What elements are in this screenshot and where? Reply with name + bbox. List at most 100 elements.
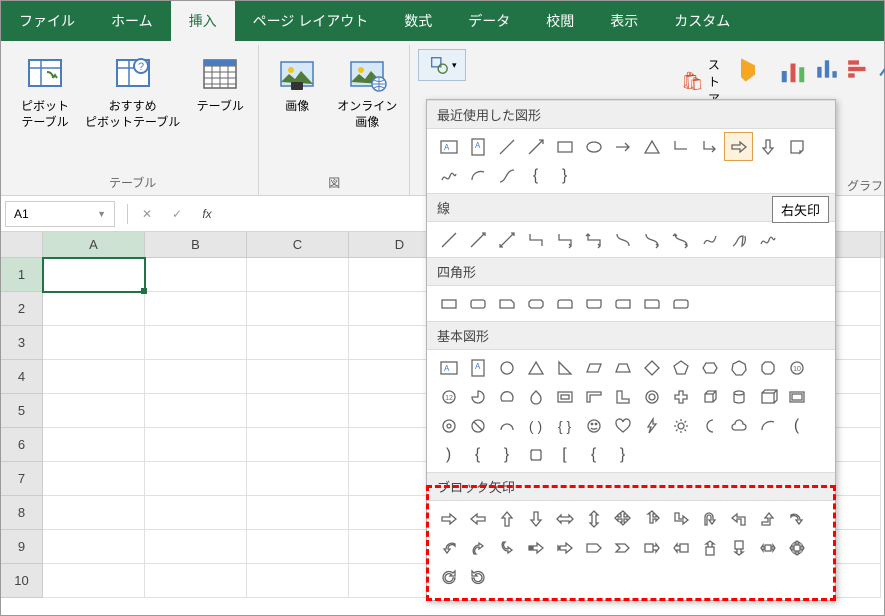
hex1-icon[interactable] <box>696 354 723 381</box>
chord1-icon[interactable] <box>493 383 520 410</box>
rectangle-icon[interactable] <box>551 133 578 160</box>
cell-C9[interactable] <box>247 530 349 564</box>
rect9-icon[interactable] <box>667 290 694 317</box>
table-button[interactable]: テーブル <box>190 49 250 172</box>
rect7-icon[interactable] <box>609 290 636 317</box>
line4-icon[interactable] <box>522 226 549 253</box>
rect4-icon[interactable] <box>522 290 549 317</box>
row-header-4[interactable]: 4 <box>1 360 43 394</box>
bracket-l-icon[interactable]: ( <box>783 412 810 439</box>
row-header-10[interactable]: 10 <box>1 564 43 598</box>
ba-leftup-icon[interactable] <box>638 505 665 532</box>
cell-A10[interactable] <box>43 564 145 598</box>
online-pictures-button[interactable]: オンライン 画像 <box>333 49 401 172</box>
insert-function-button[interactable]: fx <box>192 201 222 227</box>
bracket-pair1-icon[interactable]: ( ) <box>522 412 549 439</box>
line-chart-icon[interactable] <box>878 56 885 82</box>
can1-icon[interactable] <box>754 383 781 410</box>
col-header-B[interactable]: B <box>145 232 247 258</box>
rtri1-icon[interactable] <box>551 354 578 381</box>
tab-page-layout[interactable]: ページ レイアウト <box>235 1 387 41</box>
ba-circular-icon[interactable] <box>435 563 462 590</box>
recommended-charts-icon[interactable] <box>778 56 808 86</box>
chevron-down-icon[interactable]: ▼ <box>97 209 106 219</box>
cell-C5[interactable] <box>247 394 349 428</box>
cell-C10[interactable] <box>247 564 349 598</box>
ba-curvedleft-icon[interactable] <box>435 534 462 561</box>
bar-chart-icon[interactable] <box>814 56 840 82</box>
circ1-icon[interactable] <box>493 354 520 381</box>
rect1-icon[interactable] <box>435 290 462 317</box>
row-header-8[interactable]: 8 <box>1 496 43 530</box>
dec1-icon[interactable]: 10 <box>783 354 810 381</box>
ba-pentagon-icon[interactable] <box>580 534 607 561</box>
line10-icon[interactable] <box>696 226 723 253</box>
rect2-icon[interactable] <box>464 290 491 317</box>
cell-A5[interactable] <box>43 394 145 428</box>
ba-leftup2-icon[interactable] <box>725 505 752 532</box>
tri1-icon[interactable] <box>522 354 549 381</box>
name-box[interactable]: A1 ▼ <box>5 201 115 227</box>
cell-B1[interactable] <box>145 258 247 292</box>
cell-A3[interactable] <box>43 326 145 360</box>
smiley1-icon[interactable] <box>580 412 607 439</box>
select-all-corner[interactable] <box>1 232 43 258</box>
sun1-icon[interactable] <box>667 412 694 439</box>
cyl1-icon[interactable] <box>725 383 752 410</box>
cell-B6[interactable] <box>145 428 247 462</box>
rarrow-line-icon[interactable] <box>609 133 636 160</box>
cell-B3[interactable] <box>145 326 247 360</box>
ba-left-icon[interactable] <box>464 505 491 532</box>
ba-quad-icon[interactable] <box>609 505 636 532</box>
ba-bentup-icon[interactable] <box>754 505 781 532</box>
elbow-arrow-icon[interactable] <box>696 133 723 160</box>
cell-B2[interactable] <box>145 292 247 326</box>
ba-curvedup-icon[interactable] <box>464 534 491 561</box>
line12-icon[interactable] <box>754 226 781 253</box>
cell-B10[interactable] <box>145 564 247 598</box>
col-header-A[interactable]: A <box>43 232 145 258</box>
donut1-icon[interactable] <box>435 412 462 439</box>
bing-maps-icon[interactable] <box>734 56 762 87</box>
cell-C1[interactable] <box>247 258 349 292</box>
cube1-icon[interactable] <box>696 383 723 410</box>
brace-l-icon[interactable]: { <box>522 162 549 189</box>
halfframe1-icon[interactable] <box>580 383 607 410</box>
brace-pair1-icon[interactable]: { } <box>551 412 578 439</box>
line7-icon[interactable] <box>609 226 636 253</box>
cell-A9[interactable] <box>43 530 145 564</box>
ba-circular2-icon[interactable] <box>464 563 491 590</box>
cell-A8[interactable] <box>43 496 145 530</box>
tb2-icon[interactable]: A <box>464 354 491 381</box>
enter-formula-button[interactable]: ✓ <box>162 201 192 227</box>
row-header-7[interactable]: 7 <box>1 462 43 496</box>
tab-review[interactable]: 校閲 <box>528 1 592 41</box>
tab-view[interactable]: 表示 <box>592 1 656 41</box>
pent1-icon[interactable] <box>667 354 694 381</box>
line3-icon[interactable] <box>493 226 520 253</box>
cell-B8[interactable] <box>145 496 247 530</box>
cell-A7[interactable] <box>43 462 145 496</box>
ba-curveddown-icon[interactable] <box>493 534 520 561</box>
lshape1-icon[interactable] <box>609 383 636 410</box>
cell-C7[interactable] <box>247 462 349 496</box>
cloud1-icon[interactable] <box>725 412 752 439</box>
cell-C3[interactable] <box>247 326 349 360</box>
cell-B5[interactable] <box>145 394 247 428</box>
moon1-icon[interactable] <box>696 412 723 439</box>
cell-A6[interactable] <box>43 428 145 462</box>
row-header-2[interactable]: 2 <box>1 292 43 326</box>
oct1-icon[interactable] <box>754 354 781 381</box>
tab-home[interactable]: ホーム <box>93 1 171 41</box>
tear1-icon[interactable] <box>522 383 549 410</box>
arc3-icon[interactable] <box>754 412 781 439</box>
cell-A2[interactable] <box>43 292 145 326</box>
ba-callout-u-icon[interactable] <box>696 534 723 561</box>
plaque1-icon[interactable] <box>522 441 549 468</box>
ba-updown-icon[interactable] <box>580 505 607 532</box>
para1-icon[interactable] <box>580 354 607 381</box>
line2-icon[interactable] <box>464 226 491 253</box>
ba-curvedright-icon[interactable] <box>783 505 810 532</box>
rect5-icon[interactable] <box>551 290 578 317</box>
line1-icon[interactable] <box>435 226 462 253</box>
